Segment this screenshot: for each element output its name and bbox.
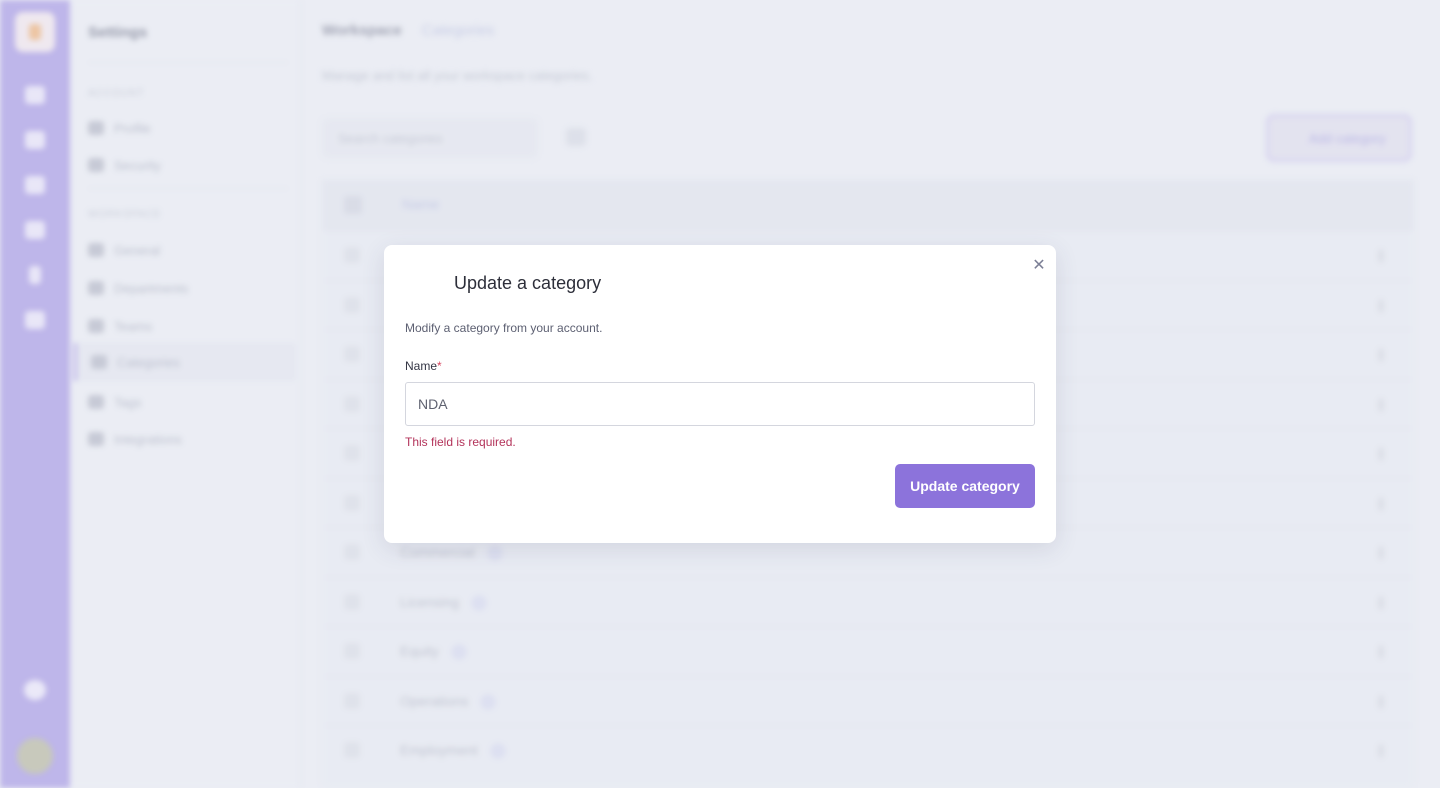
dialog-title: Update a category — [454, 273, 602, 293]
name-input[interactable] — [405, 382, 1035, 426]
dialog-subtitle: Modify a category from your account. — [405, 321, 603, 335]
close-icon[interactable]: ✕ — [1028, 254, 1050, 276]
required-mark: * — [437, 359, 442, 373]
update-category-dialog: ✕ Update a category Modify a category fr… — [384, 245, 1056, 543]
update-category-button[interactable]: Update category — [895, 464, 1035, 508]
name-field-label: Name* — [405, 359, 442, 373]
validation-error: This field is required. — [405, 435, 516, 449]
